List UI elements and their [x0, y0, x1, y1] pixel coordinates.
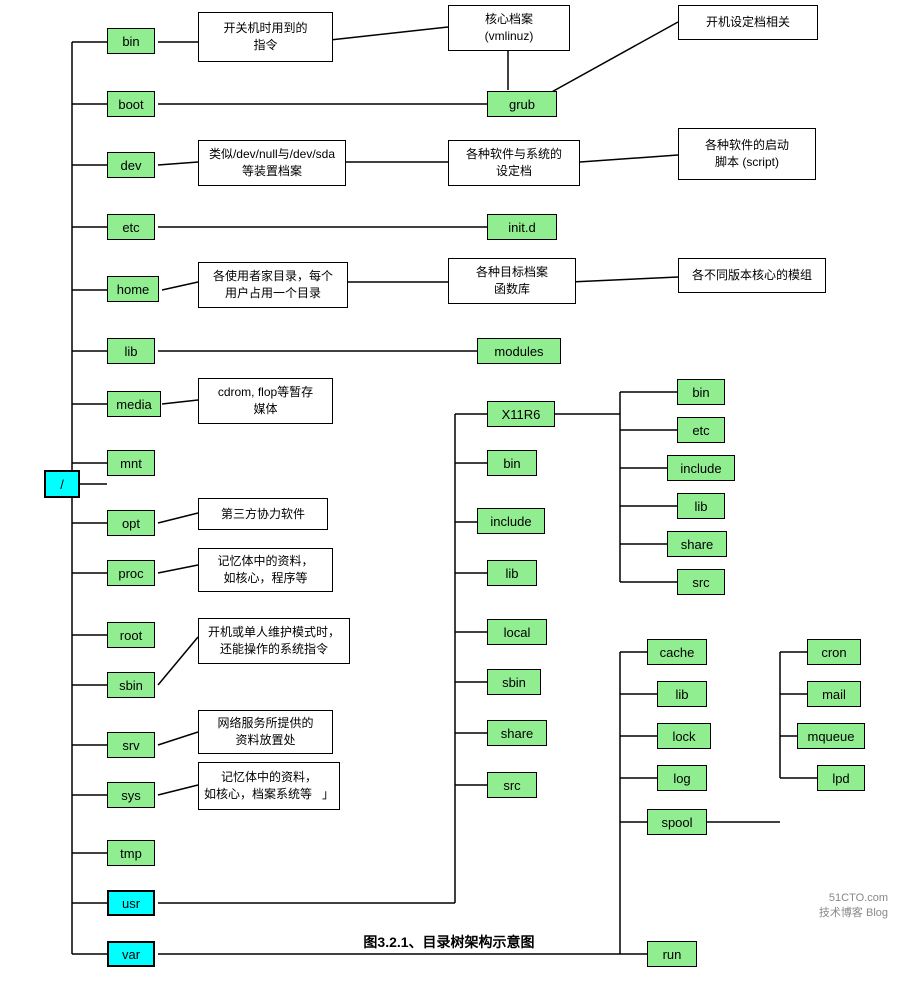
node-spool-mail: mail — [807, 681, 861, 707]
desc-vmlinuz: 核心档案(vmlinuz) — [448, 5, 570, 51]
node-var-spool: spool — [647, 809, 707, 835]
watermark: 51CTO.com 技术博客 Blog — [819, 892, 888, 920]
node-usr-sbin: sbin — [487, 669, 541, 695]
desc-bin: 开关机时用到的指令 — [198, 12, 333, 62]
node-mnt: mnt — [107, 450, 155, 476]
node-x11r6-etc: etc — [677, 417, 725, 443]
node-dev: dev — [107, 152, 155, 178]
desc-soft: 各种软件与系统的设定档 — [448, 140, 580, 186]
desc-funcs: 各种目标档案函数库 — [448, 258, 576, 304]
node-x11r6: X11R6 — [487, 401, 555, 427]
node-bin: bin — [107, 28, 155, 54]
node-lib: lib — [107, 338, 155, 364]
node-home: home — [107, 276, 159, 302]
desc-kernel-mod: 各不同版本核心的模组 — [678, 258, 826, 293]
diagram-caption: 图3.2.1、目录树架构示意图 — [0, 932, 898, 952]
desc-home: 各使用者家目录，每个用户占用一个目录 — [198, 262, 348, 308]
node-spool-lpd: lpd — [817, 765, 865, 791]
node-x11r6-bin: bin — [677, 379, 725, 405]
node-boot: boot — [107, 91, 155, 117]
desc-sbin: 开机或单人维护模式时，还能操作的系统指令 — [198, 618, 350, 664]
node-spool-mqueue: mqueue — [797, 723, 865, 749]
node-var-lib: lib — [657, 681, 707, 707]
node-root: root — [107, 622, 155, 648]
desc-srv: 网络服务所提供的资料放置处 — [198, 710, 333, 754]
desc-sys: 记忆体中的资料，如核心，档案系统等 」 — [198, 762, 340, 810]
node-usr-share: share — [487, 720, 547, 746]
node-x11r6-lib: lib — [677, 493, 725, 519]
node-sys: sys — [107, 782, 155, 808]
node-x11r6-src: src — [677, 569, 725, 595]
node-initd: init.d — [487, 214, 557, 240]
node-usr-local: local — [487, 619, 547, 645]
desc-boot-config: 开机设定档相关 — [678, 5, 818, 40]
node-proc: proc — [107, 560, 155, 586]
node-x11r6-include: include — [667, 455, 735, 481]
node-usr-lib: lib — [487, 560, 537, 586]
desc-script: 各种软件的启动脚本 (script) — [678, 128, 816, 180]
node-usr: usr — [107, 890, 155, 916]
diagram: / bin boot dev etc home lib media mnt op… — [0, 0, 898, 960]
node-var-lock: lock — [657, 723, 711, 749]
node-var-log: log — [657, 765, 707, 791]
node-etc: etc — [107, 214, 155, 240]
node-usr-include: include — [477, 508, 545, 534]
node-x11r6-share: share — [667, 531, 727, 557]
node-srv: srv — [107, 732, 155, 758]
desc-opt: 第三方协力软件 — [198, 498, 328, 530]
node-media: media — [107, 391, 161, 417]
node-opt: opt — [107, 510, 155, 536]
node-usr-bin: bin — [487, 450, 537, 476]
node-modules: modules — [477, 338, 561, 364]
node-spool-cron: cron — [807, 639, 861, 665]
node-var-cache: cache — [647, 639, 707, 665]
node-sbin: sbin — [107, 672, 155, 698]
node-grub: grub — [487, 91, 557, 117]
desc-dev: 类似/dev/null与/dev/sda等装置档案 — [198, 140, 346, 186]
desc-proc: 记忆体中的资料，如核心，程序等 — [198, 548, 333, 592]
root-node: / — [44, 470, 80, 498]
node-tmp: tmp — [107, 840, 155, 866]
node-usr-src: src — [487, 772, 537, 798]
desc-media: cdrom, flop等暂存媒体 — [198, 378, 333, 424]
